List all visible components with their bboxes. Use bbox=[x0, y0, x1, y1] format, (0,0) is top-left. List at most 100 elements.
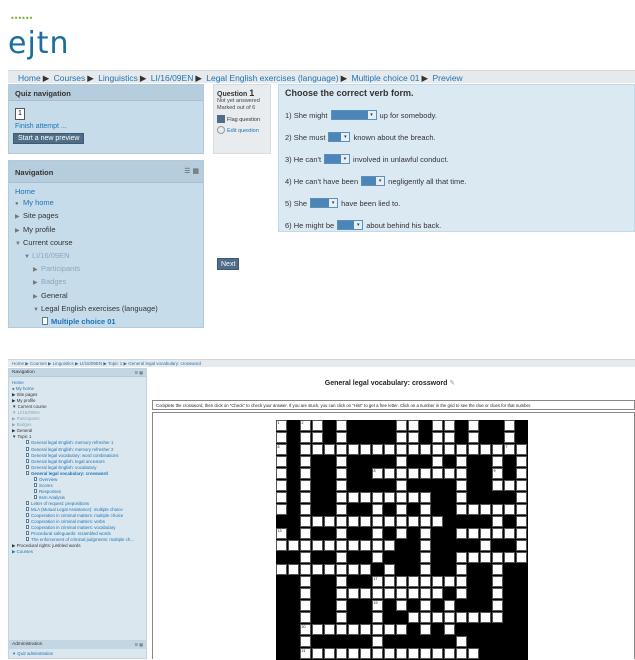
crossword-cell[interactable]: 19 bbox=[372, 600, 383, 611]
crossword-cell[interactable] bbox=[312, 516, 323, 527]
crossword-cell[interactable] bbox=[492, 552, 503, 563]
crossword-cell[interactable] bbox=[396, 468, 407, 479]
crossword-cell[interactable] bbox=[444, 648, 455, 659]
block-controls-icon[interactable]: ☰ ▦ bbox=[135, 370, 143, 375]
question-1-button[interactable]: 1 bbox=[15, 108, 25, 120]
crossword-cell[interactable]: 17 bbox=[372, 576, 383, 587]
crossword-cell[interactable] bbox=[384, 588, 395, 599]
crossword-cell[interactable] bbox=[300, 456, 311, 467]
crossword-cell[interactable] bbox=[420, 504, 431, 515]
crossword-cell[interactable]: 13 bbox=[276, 528, 287, 539]
crossword-cell[interactable] bbox=[276, 468, 287, 479]
crossword-cell[interactable] bbox=[384, 444, 395, 455]
clue-number[interactable]: 21 bbox=[302, 649, 306, 653]
answer-select[interactable]: ▾ bbox=[361, 176, 386, 186]
crossword-cell[interactable] bbox=[396, 480, 407, 491]
crossword-cell[interactable] bbox=[468, 444, 479, 455]
crossword-cell[interactable] bbox=[432, 648, 443, 659]
crossword-cell[interactable] bbox=[372, 648, 383, 659]
crossword-cell[interactable] bbox=[288, 540, 299, 551]
crossword-cell[interactable] bbox=[468, 432, 479, 443]
crossword-cell[interactable] bbox=[336, 588, 347, 599]
crossword-cell[interactable] bbox=[336, 648, 347, 659]
crossword-cell[interactable] bbox=[420, 612, 431, 623]
crossword-cell[interactable] bbox=[396, 420, 407, 431]
nav-item[interactable]: Multiple choice 01 bbox=[15, 316, 197, 327]
crossword-cell[interactable] bbox=[420, 564, 431, 575]
crossword-cell[interactable] bbox=[456, 444, 467, 455]
crossword-cell[interactable] bbox=[396, 516, 407, 527]
crossword-cell[interactable] bbox=[336, 444, 347, 455]
start-new-preview-button[interactable]: Start a new preview bbox=[13, 133, 85, 144]
crossword-cell[interactable] bbox=[276, 456, 287, 467]
crossword-cell[interactable] bbox=[492, 528, 503, 539]
clue-number[interactable]: 9 bbox=[494, 469, 496, 473]
answer-select[interactable]: ▾ bbox=[330, 110, 377, 120]
block-controls-icon[interactable]: ☰ ▦ bbox=[184, 167, 199, 175]
crossword-cell[interactable] bbox=[336, 468, 347, 479]
crossword-cell[interactable] bbox=[336, 540, 347, 551]
crossword-cell[interactable] bbox=[432, 432, 443, 443]
crossword-cell[interactable] bbox=[300, 516, 311, 527]
crossword-cell[interactable] bbox=[432, 420, 443, 431]
crossword-cell[interactable]: 6 bbox=[276, 444, 287, 455]
crossword-cell[interactable] bbox=[516, 504, 527, 515]
crossword-cell[interactable] bbox=[336, 600, 347, 611]
crossword-cell[interactable] bbox=[504, 504, 515, 515]
crossword-cell[interactable] bbox=[456, 564, 467, 575]
breadcrumb-current[interactable]: Preview bbox=[432, 73, 462, 83]
crossword-cell[interactable] bbox=[456, 612, 467, 623]
nav-item[interactable]: ▶ Participants bbox=[15, 263, 197, 276]
breadcrumb-section[interactable]: Legal English exercises (language) bbox=[206, 73, 338, 83]
crossword-cell[interactable] bbox=[396, 444, 407, 455]
crossword-cell[interactable] bbox=[456, 576, 467, 587]
answer-select[interactable]: ▾ bbox=[328, 132, 351, 142]
crossword-cell[interactable] bbox=[456, 456, 467, 467]
crossword-cell[interactable] bbox=[432, 468, 443, 479]
crossword-cell[interactable] bbox=[300, 504, 311, 515]
crossword-cell[interactable] bbox=[384, 516, 395, 527]
crossword-cell[interactable] bbox=[312, 444, 323, 455]
crossword-cell[interactable] bbox=[480, 528, 491, 539]
crossword-cell[interactable] bbox=[336, 492, 347, 503]
crossword-cell[interactable] bbox=[396, 492, 407, 503]
crossword-cell[interactable] bbox=[396, 456, 407, 467]
crossword-cell[interactable] bbox=[480, 504, 491, 515]
crossword-cell[interactable] bbox=[432, 444, 443, 455]
crossword-cell[interactable] bbox=[396, 648, 407, 659]
crossword-cell[interactable] bbox=[480, 540, 491, 551]
edit-question-link[interactable]: Edit question bbox=[217, 126, 267, 134]
crossword-cell[interactable] bbox=[456, 492, 467, 503]
nav-item[interactable]: ▼ Legal English exercises (language) bbox=[15, 303, 197, 316]
breadcrumb-linguistics[interactable]: Linguistics bbox=[98, 73, 138, 83]
crossword-cell[interactable] bbox=[324, 516, 335, 527]
crossword-cell[interactable] bbox=[432, 516, 443, 527]
crossword-cell[interactable] bbox=[312, 624, 323, 635]
crossword-cell[interactable] bbox=[384, 564, 395, 575]
clue-number[interactable]: 19 bbox=[374, 601, 378, 605]
crossword-cell[interactable] bbox=[504, 552, 515, 563]
crossword-cell[interactable] bbox=[468, 420, 479, 431]
crossword-cell[interactable] bbox=[300, 468, 311, 479]
crossword-cell[interactable] bbox=[468, 504, 479, 515]
crossword-cell[interactable] bbox=[312, 420, 323, 431]
nav-item[interactable]: ● My home bbox=[15, 197, 197, 210]
crossword-cell[interactable] bbox=[516, 516, 527, 527]
crossword-cell[interactable] bbox=[372, 504, 383, 515]
crossword-cell[interactable] bbox=[300, 588, 311, 599]
crossword-cell[interactable] bbox=[300, 432, 311, 443]
crossword-cell[interactable] bbox=[300, 564, 311, 575]
crossword-cell[interactable]: 8 bbox=[372, 468, 383, 479]
crossword-cell[interactable] bbox=[444, 468, 455, 479]
crossword-cell[interactable] bbox=[492, 588, 503, 599]
crossword-cell[interactable] bbox=[408, 444, 419, 455]
crossword-cell[interactable] bbox=[480, 552, 491, 563]
crossword-cell[interactable] bbox=[444, 432, 455, 443]
crossword-cell[interactable] bbox=[420, 624, 431, 635]
breadcrumb-quiz[interactable]: Multiple choice 01 bbox=[351, 73, 419, 83]
crossword-cell[interactable] bbox=[372, 528, 383, 539]
crossword-cell[interactable] bbox=[432, 576, 443, 587]
crossword-cell[interactable] bbox=[408, 612, 419, 623]
crossword-cell[interactable] bbox=[324, 540, 335, 551]
crossword-cell[interactable] bbox=[420, 468, 431, 479]
